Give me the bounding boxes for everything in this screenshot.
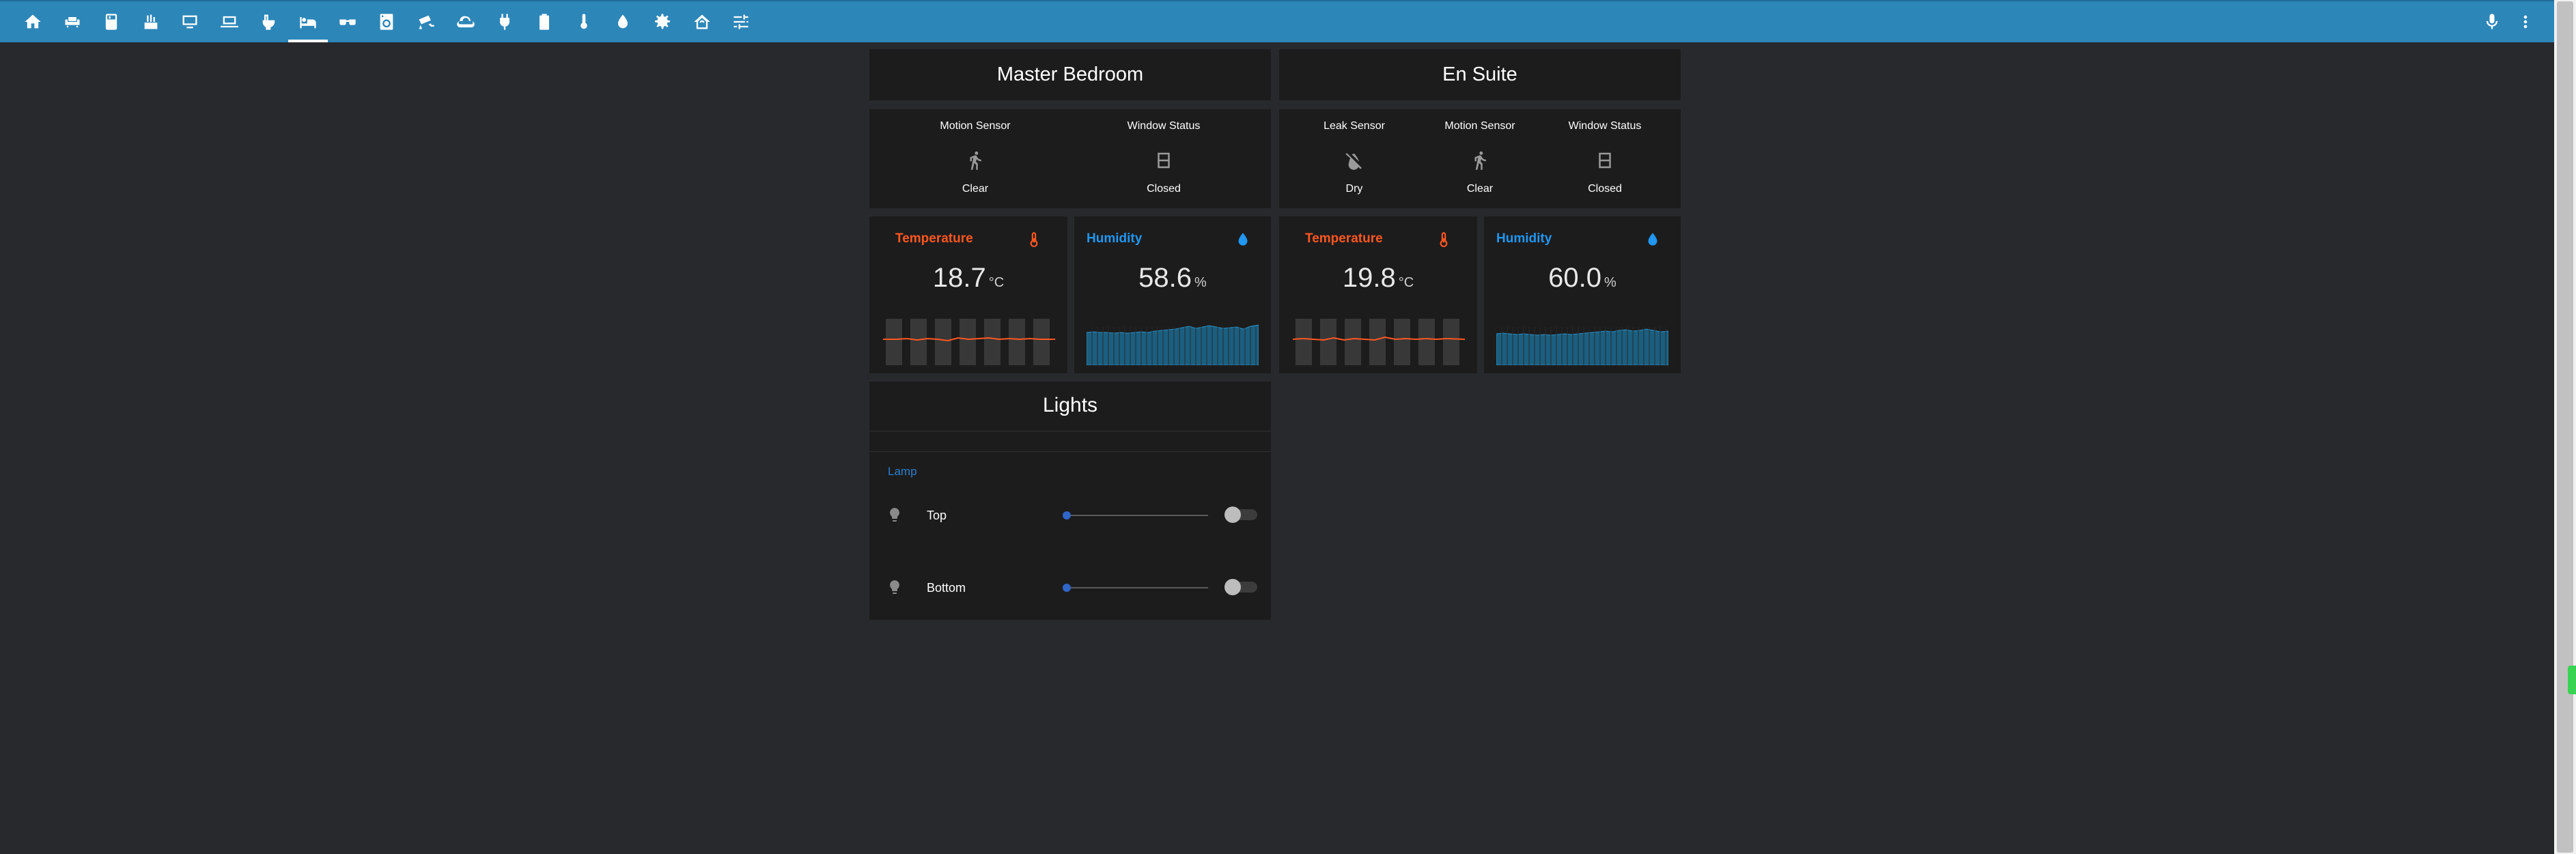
water-icon <box>1234 229 1252 251</box>
lightbulb-icon <box>886 506 903 527</box>
temperature-value: 19.8 <box>1342 263 1396 293</box>
motion-sensor-state: Clear <box>962 183 989 195</box>
humidity-history-graph <box>1087 324 1259 365</box>
en-suite-humidity-card[interactable]: Humidity 60.0% <box>1484 216 1681 373</box>
thermometer-icon[interactable] <box>572 10 596 34</box>
motion-sensor-entity[interactable]: Motion Sensor Clear <box>1412 120 1548 195</box>
leak-sensor-name: Leak Sensor <box>1324 120 1385 132</box>
washing-machine-icon[interactable] <box>375 10 398 34</box>
humidity-label: Humidity <box>1496 231 1552 246</box>
water-icon[interactable] <box>611 10 634 34</box>
toggle-knob-top[interactable] <box>1224 507 1241 523</box>
home-icon[interactable] <box>21 10 44 34</box>
walk-icon <box>1412 145 1548 177</box>
lamp-group-label: Lamp <box>888 465 917 478</box>
light-row-top[interactable]: Top <box>869 498 1271 532</box>
temperature-value: 18.7 <box>932 263 986 293</box>
master-bedroom-header-card: Master Bedroom <box>869 49 1271 100</box>
settings-icon[interactable] <box>651 10 674 34</box>
bed-icon[interactable] <box>288 10 328 42</box>
master-bedroom-humidity-card[interactable]: Humidity 58.6% <box>1074 216 1271 373</box>
laptop-icon[interactable] <box>218 10 241 34</box>
battery-icon[interactable] <box>533 10 556 34</box>
lightbulb-icon <box>886 578 903 599</box>
home-automation-icon[interactable] <box>690 10 714 34</box>
motion-sensor-entity[interactable]: Motion Sensor Clear <box>907 120 1044 195</box>
brightness-slider-top[interactable] <box>1066 515 1208 516</box>
light-name-bottom: Bottom <box>927 581 966 595</box>
scrollbar-thumb[interactable] <box>2557 1 2573 853</box>
leak-sensor-state: Dry <box>1345 183 1363 195</box>
en-suite-title: En Suite <box>1442 63 1517 85</box>
master-bedroom-temperature-card[interactable]: Temperature 18.7 °C <box>869 216 1067 373</box>
brightness-slider-thumb-bottom[interactable] <box>1063 584 1071 592</box>
power-plug-icon[interactable] <box>493 10 516 34</box>
temperature-value-row: 19.8 °C <box>1279 263 1477 294</box>
humidity-value-row: 60.0% <box>1484 263 1681 294</box>
window-status-entity[interactable]: Window Status Closed <box>1095 120 1232 195</box>
lights-card: Lights Lamp Top Bottom <box>869 382 1271 620</box>
temperature-history-graph <box>1293 319 1465 365</box>
walk-icon <box>907 145 1044 177</box>
temperature-label: Temperature <box>1305 231 1383 246</box>
leak-sensor-entity[interactable]: Leak Sensor Dry <box>1286 120 1423 195</box>
microphone-icon[interactable] <box>2480 10 2504 34</box>
motion-sensor-name: Motion Sensor <box>940 120 1011 132</box>
fridge-icon[interactable] <box>100 10 123 34</box>
glasses-icon[interactable] <box>336 10 359 34</box>
toilet-icon[interactable] <box>257 10 281 34</box>
window-status-name: Window Status <box>1568 120 1642 132</box>
temperature-label: Temperature <box>895 231 973 246</box>
water-icon <box>1644 229 1662 251</box>
master-bedroom-title: Master Bedroom <box>996 63 1144 85</box>
window-status-entity[interactable]: Window Status Closed <box>1537 120 1673 195</box>
en-suite-glance-card: Leak Sensor Dry Motion Sensor Clear Wind… <box>1279 109 1681 208</box>
thermometer-icon <box>1025 229 1043 251</box>
cctv-icon[interactable] <box>415 10 438 34</box>
thermometer-icon <box>1435 229 1453 251</box>
window-status-state: Closed <box>1588 183 1622 195</box>
light-row-bottom[interactable]: Bottom <box>869 570 1271 604</box>
side-indicator <box>2568 666 2576 694</box>
temperature-history-graph <box>883 319 1055 365</box>
window-status-state: Closed <box>1147 183 1181 195</box>
more-vert-icon[interactable] <box>2514 10 2537 34</box>
temperature-unit: °C <box>988 275 1005 290</box>
window-closed-icon <box>1537 145 1673 177</box>
temperature-unit: °C <box>1398 275 1414 290</box>
motion-sensor-name: Motion Sensor <box>1444 120 1515 132</box>
brightness-slider-thumb-top[interactable] <box>1063 511 1071 519</box>
humidity-unit: % <box>1604 275 1616 290</box>
top-toolbar <box>0 0 2554 42</box>
humidity-value: 60.0 <box>1548 263 1602 293</box>
sofa-icon[interactable] <box>61 10 84 34</box>
monitor-icon[interactable] <box>178 10 201 34</box>
window-status-name: Window Status <box>1127 120 1201 132</box>
en-suite-header-card: En Suite <box>1279 49 1681 100</box>
lights-group-divider <box>869 451 1271 452</box>
en-suite-temperature-card[interactable]: Temperature 19.8 °C <box>1279 216 1477 373</box>
humidity-history-graph <box>1496 327 1668 365</box>
window-closed-icon <box>1095 145 1232 177</box>
humidity-value: 58.6 <box>1138 263 1192 293</box>
light-name-top: Top <box>927 509 947 522</box>
humidity-value-row: 58.6% <box>1074 263 1271 294</box>
kitchen-icon[interactable] <box>139 10 163 34</box>
weather-icon[interactable] <box>454 10 477 34</box>
lights-title: Lights <box>1042 394 1098 416</box>
tune-icon[interactable] <box>729 10 753 34</box>
temperature-value-row: 18.7 °C <box>869 263 1067 294</box>
humidity-label: Humidity <box>1087 231 1143 246</box>
brightness-slider-bottom[interactable] <box>1066 587 1208 588</box>
master-bedroom-glance-card: Motion Sensor Clear Window Status Closed <box>869 109 1271 208</box>
toggle-knob-bottom[interactable] <box>1224 579 1241 595</box>
motion-sensor-state: Clear <box>1466 183 1494 195</box>
humidity-unit: % <box>1194 275 1207 290</box>
water-off-icon <box>1286 145 1423 177</box>
